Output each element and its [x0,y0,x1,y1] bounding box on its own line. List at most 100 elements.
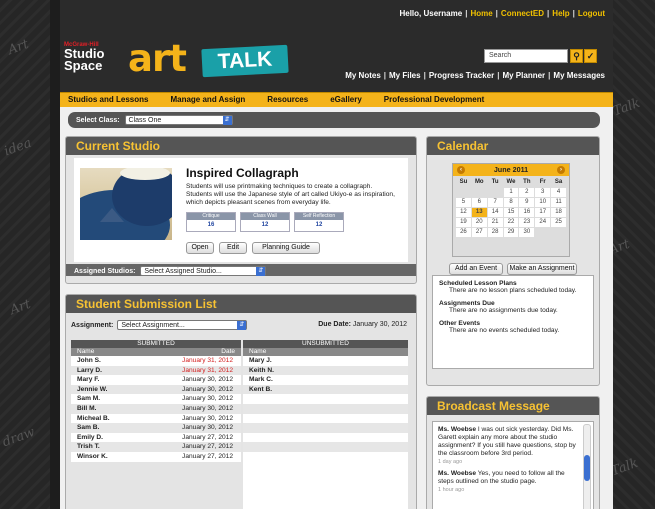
great-wave-thumbnail[interactable] [80,168,172,240]
menu-studios-lessons[interactable]: Studios and Lessons [68,93,148,107]
open-button[interactable]: Open [186,242,214,254]
table-row[interactable]: Sam M. January 30, 2012 [71,394,241,404]
studio-space-logo[interactable]: McGraw-Hill Studio Space [64,42,116,84]
link-my-planner[interactable]: My Planner [502,71,545,80]
link-help[interactable]: Help [552,9,569,18]
table-row[interactable]: Larry D. January 31, 2012 [71,365,241,376]
table-row[interactable]: Bill M. January 30, 2012 [71,403,241,414]
table-row[interactable]: Jennie W. January 30, 2012 [71,384,241,395]
calendar-day[interactable]: 28 [487,228,503,237]
calendar-day[interactable]: 7 [487,198,503,207]
table-row[interactable]: John S. January 31, 2012 [71,356,241,366]
search-input[interactable]: Search [484,49,568,63]
table-row[interactable]: Micheal B. January 30, 2012 [71,414,241,424]
submission-date: January 30, 2012 [182,404,233,412]
make-assignment-button[interactable]: Make an Assignment [507,263,577,275]
submitted-rows: John S. January 31, 2012 Larry D. January 3… [71,356,241,462]
calendar-day[interactable]: 10 [535,198,551,207]
calendar-day[interactable]: 12 [456,208,471,217]
table-row[interactable]: Sam B. January 30, 2012 [71,423,241,433]
calendar-day[interactable]: 15 [503,208,519,217]
message-item: Ms. Woebse Yes, you need to follow all t… [438,470,565,493]
planning-guide-button[interactable]: Planning Guide [252,242,320,254]
table-row[interactable]: Winsor K. January 27, 2012 [71,452,241,462]
stat-critique[interactable]: Critique 16 [186,212,236,232]
table-row[interactable] [243,403,408,414]
table-row[interactable] [243,423,408,433]
stat-self-reflection[interactable]: Self Reflection 12 [294,212,344,232]
add-event-button[interactable]: Add an Event [449,263,503,275]
calendar-day[interactable]: 17 [535,208,551,217]
calendar-day[interactable]: 30 [519,228,535,237]
calendar-day[interactable]: 16 [519,208,535,217]
table-row[interactable] [243,452,408,462]
search-icon[interactable]: ⚲ [570,49,583,63]
checkmark-icon[interactable]: ✓ [584,49,597,63]
scrollbar-thumb[interactable] [584,455,590,481]
calendar-day[interactable]: 27 [471,228,487,237]
link-logout[interactable]: Logout [578,9,605,18]
calendar-empty-cell [456,188,471,197]
calendar-day[interactable]: 9 [519,198,535,207]
table-row[interactable] [243,414,408,424]
stat-class-wall[interactable]: Class Wall 12 [240,212,290,232]
calendar-day[interactable]: 29 [503,228,519,237]
calendar-day[interactable]: 5 [456,198,471,207]
submitted-header: SUBMITTED [71,340,241,348]
calendar-day[interactable]: 24 [535,218,551,227]
table-row[interactable]: Trish T. January 27, 2012 [71,442,241,452]
calendar-day[interactable]: 14 [487,208,503,217]
calendar-day[interactable]: 1 [503,188,519,197]
calendar-day[interactable]: 11 [551,198,566,207]
next-month-icon[interactable]: › [557,166,565,174]
calendar-day[interactable]: 3 [535,188,551,197]
submission-date: January 31, 2012 [182,357,233,364]
menu-egallery[interactable]: eGallery [330,93,362,107]
edit-button[interactable]: Edit [219,242,247,254]
calendar-day[interactable]: 21 [487,218,503,227]
select-class-label: Select Class: [76,116,120,124]
unsubmitted-header: UNSUBMITTED [243,340,408,348]
prev-month-icon[interactable]: ‹ [457,166,465,174]
link-my-files[interactable]: My Files [389,71,421,80]
link-connected[interactable]: ConnectED [501,9,544,18]
unsubmitted-table: UNSUBMITTED Name Mary J. Keith N. Mark C. K… [243,340,408,509]
link-my-notes[interactable]: My Notes [345,71,381,80]
calendar-day[interactable]: 4 [551,188,566,197]
link-my-messages[interactable]: My Messages [553,71,605,80]
assignment-select[interactable]: Select Assignment... ⇵ [117,320,248,330]
table-row[interactable]: Emily D. January 27, 2012 [71,433,241,443]
table-row[interactable] [243,442,408,452]
assigned-studios-bar: Assigned Studios: Select Assigned Studio… [66,264,416,276]
table-row[interactable] [243,394,408,404]
calendar-day[interactable]: 13 [471,208,487,217]
calendar-day[interactable]: 6 [471,198,487,207]
submission-date: January 27, 2012 [182,443,233,451]
menu-resources[interactable]: Resources [267,93,308,107]
calendar-day[interactable]: 22 [503,218,519,227]
message-scrollbar[interactable] [583,424,591,509]
assigned-studio-select[interactable]: Select Assigned Studio... ⇵ [140,266,267,276]
link-home[interactable]: Home [470,9,492,18]
link-progress-tracker[interactable]: Progress Tracker [429,71,494,80]
calendar-day[interactable]: 2 [519,188,535,197]
calendar-day[interactable]: 20 [471,218,487,227]
studio-name: Inspired Collagraph [186,166,299,180]
assignment-label: Assignment: [71,321,114,329]
table-row[interactable]: Kent B. [243,384,408,395]
table-row[interactable]: Keith N. [243,365,408,376]
menu-professional-development[interactable]: Professional Development [384,93,484,107]
table-row[interactable] [243,433,408,443]
broadcast-title: Broadcast Message [427,397,599,415]
table-row[interactable]: Mary F. January 30, 2012 [71,375,241,385]
calendar-day[interactable]: 8 [503,198,519,207]
calendar-day[interactable]: 25 [551,218,566,227]
calendar-day[interactable]: 26 [456,228,471,237]
class-select[interactable]: Class One ⇵ [124,115,233,125]
calendar-day[interactable]: 18 [551,208,566,217]
table-row[interactable]: Mark C. [243,375,408,385]
calendar-day[interactable]: 19 [456,218,471,227]
table-row[interactable]: Mary J. [243,356,408,366]
calendar-day[interactable]: 23 [519,218,535,227]
menu-manage-assign[interactable]: Manage and Assign [170,93,245,107]
